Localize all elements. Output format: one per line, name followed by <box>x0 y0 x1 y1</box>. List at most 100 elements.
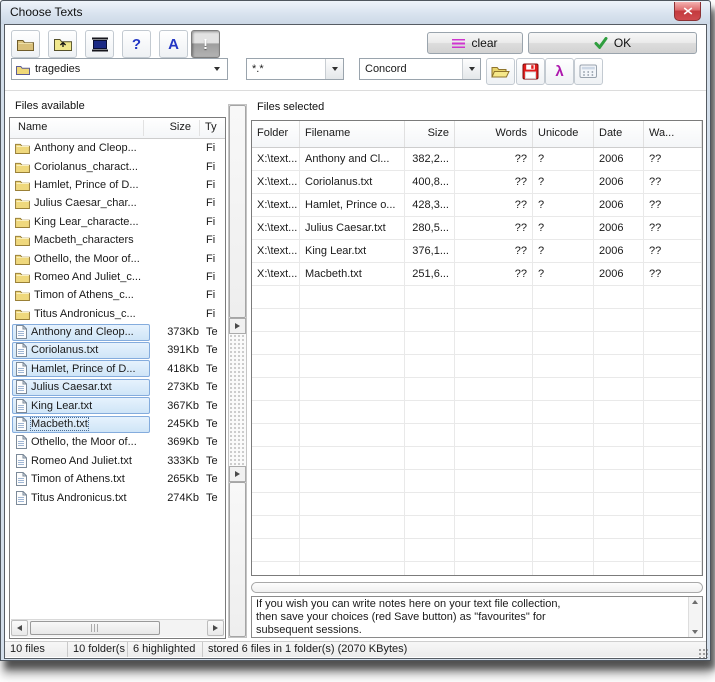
file-row[interactable]: Timon of Athens.txt265KbTe <box>10 470 225 488</box>
favourites-toggle-button[interactable]: ! <box>191 30 220 58</box>
text-file-icon <box>15 472 27 486</box>
calculator-button[interactable] <box>574 58 603 85</box>
folder-row[interactable]: Hamlet, Prince of D...Fi <box>10 176 225 194</box>
resize-grip[interactable] <box>698 648 708 658</box>
selected-file-row[interactable]: X:\text...Anthony and Cl...382,2...???20… <box>252 148 702 171</box>
type-cell: Te <box>206 436 218 448</box>
arrow-down-icon[interactable] <box>692 630 698 634</box>
unicode-cell: ? <box>533 194 594 217</box>
column-divider[interactable] <box>199 120 200 136</box>
empty-cell <box>594 332 644 355</box>
load-favourites-button[interactable] <box>486 58 515 85</box>
title-bar[interactable]: Choose Texts <box>1 1 710 24</box>
splitter-arrow-button[interactable] <box>229 466 246 482</box>
window-title: Choose Texts <box>10 5 83 19</box>
column-header-words[interactable]: Words <box>455 121 533 147</box>
tool-combo-value: Concord <box>360 63 462 75</box>
column-header-filename[interactable]: Filename <box>300 121 405 147</box>
folder-row[interactable]: Othello, the Moor of...Fi <box>10 249 225 267</box>
folder-icon <box>15 142 30 154</box>
ok-button[interactable]: OK <box>528 32 697 54</box>
folder-row[interactable]: Coriolanus_charact...Fi <box>10 157 225 175</box>
notes-text[interactable]: If you wish you can write notes here on … <box>256 598 686 636</box>
splitter-arrow-button[interactable] <box>229 318 246 334</box>
size-cell: 418Kb <box>141 363 199 375</box>
empty-cell <box>533 447 594 470</box>
folder-name: Macbeth_characters <box>34 234 134 246</box>
scroll-right-button[interactable] <box>207 620 224 636</box>
panel-splitter-scrollbar[interactable] <box>228 104 247 638</box>
size-cell: 373Kb <box>141 326 199 338</box>
type-cell: Fi <box>206 271 215 283</box>
selected-file-row[interactable]: X:\text...King Lear.txt376,1...???2006?? <box>252 240 702 263</box>
files-available-header: Name Size Ty <box>10 118 225 139</box>
scrollbar-thumb[interactable] <box>30 621 160 635</box>
chevron-down-icon[interactable] <box>214 67 220 71</box>
file-row[interactable]: Titus Andronicus.txt274KbTe <box>10 488 225 506</box>
file-row[interactable]: Coriolanus.txt391KbTe <box>10 341 225 359</box>
folder-row[interactable]: Macbeth_charactersFi <box>10 231 225 249</box>
file-row[interactable]: Macbeth.txt245KbTe <box>10 415 225 433</box>
help-button[interactable]: ? <box>122 30 151 58</box>
selected-file-row[interactable]: X:\text...Coriolanus.txt400,8...???2006?… <box>252 171 702 194</box>
horizontal-scrollbar[interactable] <box>11 619 224 637</box>
empty-cell <box>644 516 702 539</box>
splitter-track[interactable] <box>229 334 246 466</box>
folder-name: King Lear_characte... <box>34 216 139 228</box>
folder-row[interactable]: King Lear_characte...Fi <box>10 213 225 231</box>
status-bar: 10 files10 folder(s6 highlightedstored 6… <box>5 641 706 657</box>
folder-combo[interactable]: tragedies <box>11 58 228 80</box>
filespec-combo-drop[interactable] <box>325 59 343 79</box>
folder-row[interactable]: Anthony and Cleop...Fi <box>10 139 225 157</box>
empty-cell <box>644 470 702 493</box>
splitter-thumb-top[interactable] <box>229 105 246 318</box>
empty-cell <box>533 516 594 539</box>
folder-row[interactable]: Julius Caesar_char...Fi <box>10 194 225 212</box>
folder-row[interactable]: Romeo And Juliet_c...Fi <box>10 268 225 286</box>
exclamation-icon: ! <box>203 36 208 53</box>
open-folder-button[interactable] <box>11 30 40 58</box>
close-button[interactable] <box>674 2 701 21</box>
text-file-icon <box>15 491 27 505</box>
column-header-date[interactable]: Date <box>594 121 644 147</box>
font-button[interactable]: A <box>159 30 188 58</box>
empty-row <box>252 539 702 562</box>
column-header-type[interactable]: Ty <box>205 121 217 133</box>
scroll-left-button[interactable] <box>11 620 28 636</box>
view-drives-button[interactable] <box>85 30 114 58</box>
column-header-folder[interactable]: Folder <box>252 121 300 147</box>
file-row[interactable]: Othello, the Moor of...369KbTe <box>10 433 225 451</box>
folder-row[interactable]: Titus Andronicus_c...Fi <box>10 305 225 323</box>
selected-file-row[interactable]: X:\text...Macbeth.txt251,6...???2006?? <box>252 263 702 286</box>
tool-combo-drop[interactable] <box>462 59 480 79</box>
column-header-unicode[interactable]: Unicode <box>533 121 594 147</box>
folder-name: Timon of Athens_c... <box>34 289 134 301</box>
file-row[interactable]: Romeo And Juliet.txt333KbTe <box>10 452 225 470</box>
arrow-up-icon[interactable] <box>692 600 698 604</box>
acrobat-button[interactable]: λ <box>545 58 574 85</box>
chevron-down-icon <box>332 67 338 71</box>
tool-combo[interactable]: Concord <box>359 58 481 80</box>
column-header-size[interactable]: Size <box>135 121 191 133</box>
file-row[interactable]: Anthony and Cleop...373KbTe <box>10 323 225 341</box>
folder-row[interactable]: Timon of Athens_c...Fi <box>10 286 225 304</box>
words-cell: ?? <box>455 194 533 217</box>
selected-file-row[interactable]: X:\text...Hamlet, Prince o...428,3...???… <box>252 194 702 217</box>
selected-file-row[interactable]: X:\text...Julius Caesar.txt280,5...???20… <box>252 217 702 240</box>
column-header-name[interactable]: Name <box>18 121 47 133</box>
empty-cell <box>644 378 702 401</box>
file-row[interactable]: Julius Caesar.txt273KbTe <box>10 378 225 396</box>
clear-button[interactable]: clear <box>427 32 523 54</box>
filespec-combo[interactable]: *.* <box>246 58 344 80</box>
splitter-thumb-bottom[interactable] <box>229 482 246 637</box>
save-favourites-button[interactable] <box>516 58 545 85</box>
notes-scrollbar[interactable] <box>688 597 702 637</box>
folder-row-label: King Lear_characte... <box>12 213 150 230</box>
file-row[interactable]: Hamlet, Prince of D...418KbTe <box>10 360 225 378</box>
column-header-wa[interactable]: Wa... <box>644 121 702 147</box>
notes-box[interactable]: If you wish you can write notes here on … <box>251 596 703 638</box>
column-header-size[interactable]: Size <box>405 121 455 147</box>
notes-title-input[interactable] <box>251 582 703 593</box>
folder-up-button[interactable] <box>48 30 77 58</box>
file-row[interactable]: King Lear.txt367KbTe <box>10 396 225 414</box>
